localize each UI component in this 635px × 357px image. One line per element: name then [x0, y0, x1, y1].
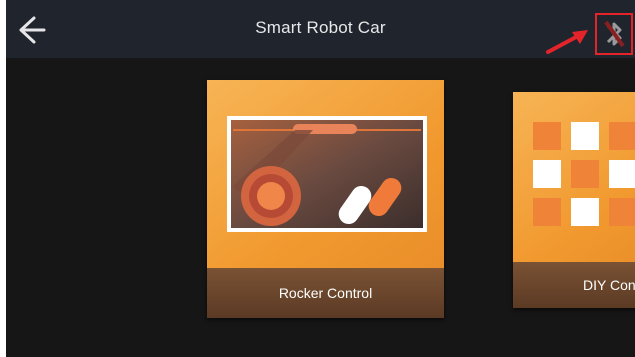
gamepad-icon: [227, 116, 427, 232]
page-title: Smart Robot Car: [255, 18, 386, 37]
app-screen: Smart Robot Car Rocker Control DIY Con: [6, 0, 635, 357]
annotation-arrow-icon: [546, 30, 588, 54]
grid-buttons-icon: [533, 122, 635, 226]
annotation-highlight-box: [595, 13, 633, 55]
rocker-control-label: Rocker Control: [207, 268, 444, 318]
rocker-control-card[interactable]: Rocker Control: [207, 80, 444, 318]
diy-control-label: DIY Control: [513, 262, 635, 308]
diy-control-card[interactable]: DIY Control: [513, 92, 635, 308]
top-bar: Smart Robot Car: [6, 0, 635, 58]
